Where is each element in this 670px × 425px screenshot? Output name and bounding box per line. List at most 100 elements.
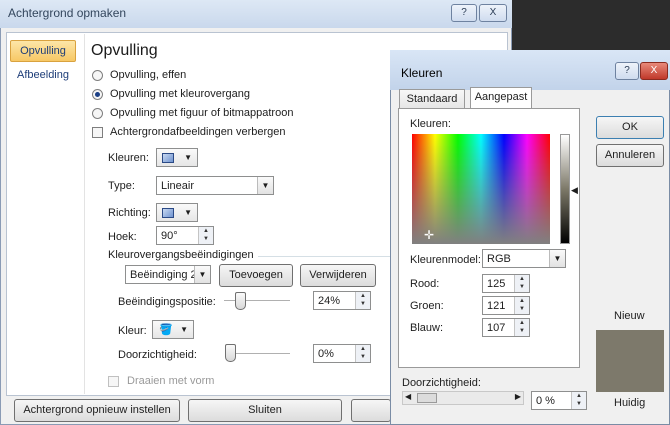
colors-transparency-value: 0 % xyxy=(536,395,555,407)
gradient-swatch-icon xyxy=(162,153,174,163)
radio-gradient-fill-label: Opvulling met kleurovergang xyxy=(110,88,251,100)
green-label: Groen: xyxy=(410,300,444,312)
stop-position-spinner[interactable]: 24% ▲ ▼ xyxy=(313,291,371,310)
spinner-buttons[interactable]: ▲ ▼ xyxy=(198,227,213,244)
add-stop-button[interactable]: Toevoegen xyxy=(219,264,293,287)
arrow-up-icon[interactable]: ▲ xyxy=(572,392,586,400)
arrow-down-icon[interactable]: ▼ xyxy=(572,400,586,408)
direction-button[interactable]: ▼ xyxy=(156,203,198,222)
type-label: Type: xyxy=(108,180,135,192)
spinner-buttons[interactable]: ▲ ▼ xyxy=(571,392,586,409)
remove-stop-button[interactable]: Verwijderen xyxy=(300,264,376,287)
luminance-pointer-icon[interactable]: ◀ xyxy=(571,185,578,196)
stop-position-value: 24% xyxy=(318,295,341,307)
radio-picture-fill-label: Opvulling met figuur of bitmappatroon xyxy=(110,107,294,119)
preset-colors-button[interactable]: ▼ xyxy=(156,148,198,167)
nav-item-afbeelding[interactable]: Afbeelding xyxy=(17,69,69,81)
rotate-with-shape-checkbox[interactable] xyxy=(108,376,119,387)
stop-position-thumb[interactable] xyxy=(234,292,246,310)
nav-divider xyxy=(84,34,85,394)
arrow-up-icon[interactable]: ▲ xyxy=(515,297,529,305)
color-model-value: RGB xyxy=(487,253,511,265)
red-spinner[interactable]: 125 ▲ ▼ xyxy=(482,274,530,293)
arrow-up-icon[interactable]: ▲ xyxy=(356,292,370,300)
colors-transparency-spinner[interactable]: 0 % ▲ ▼ xyxy=(531,391,587,410)
radio-solid-fill[interactable] xyxy=(92,70,103,81)
arrow-down-icon[interactable]: ▼ xyxy=(199,235,213,243)
close-button[interactable]: X xyxy=(640,62,668,80)
dialog-title: Achtergrond opmaken xyxy=(8,6,127,20)
colors-dialog-title: Kleuren xyxy=(401,66,443,80)
angle-value: 90° xyxy=(161,230,178,242)
colors-transparency-scrollbar[interactable]: ◀ ▶ xyxy=(402,391,524,405)
tab-aangepast[interactable]: Aangepast xyxy=(470,87,532,109)
cancel-button[interactable]: Annuleren xyxy=(596,144,664,167)
tab-standaard[interactable]: Standaard xyxy=(399,89,465,109)
arrow-down-icon[interactable]: ▼ xyxy=(515,283,529,291)
radio-picture-fill[interactable] xyxy=(92,108,103,119)
nav-item-opvulling[interactable]: Opvulling xyxy=(10,40,76,62)
arrow-down-icon[interactable]: ▼ xyxy=(515,327,529,335)
arrow-up-icon[interactable]: ▲ xyxy=(515,275,529,283)
hide-background-checkbox[interactable] xyxy=(92,127,103,138)
angle-label: Hoek: xyxy=(108,231,137,243)
apply-all-button[interactable] xyxy=(351,399,391,422)
reset-background-button[interactable]: Achtergrond opnieuw instellen xyxy=(14,399,180,422)
transparency-spinner[interactable]: 0% ▲ ▼ xyxy=(313,344,371,363)
gradient-stop-value: Beëindiging 2 xyxy=(130,269,197,281)
spinner-buttons[interactable]: ▲ ▼ xyxy=(514,319,529,336)
luminance-slider[interactable] xyxy=(560,134,570,244)
dialog-titlebar[interactable]: Achtergrond opmaken xyxy=(0,0,512,28)
stop-color-label: Kleur: xyxy=(118,325,147,337)
chevron-down-icon: ▼ xyxy=(194,266,210,283)
scroll-thumb[interactable] xyxy=(417,393,437,403)
direction-label: Richting: xyxy=(108,207,151,219)
arrow-up-icon[interactable]: ▲ xyxy=(515,319,529,327)
spinner-buttons[interactable]: ▲ ▼ xyxy=(355,345,370,362)
scroll-right-icon[interactable]: ▶ xyxy=(515,392,521,401)
color-model-label: Kleurenmodel: xyxy=(410,254,481,266)
chevron-down-icon: ▼ xyxy=(549,250,565,267)
transparency-label: Doorzichtigheid: xyxy=(118,349,197,361)
angle-spinner[interactable]: 90° ▲ ▼ xyxy=(156,226,214,245)
radio-gradient-fill[interactable] xyxy=(92,89,103,100)
chevron-down-icon: ▼ xyxy=(257,177,273,194)
red-label: Rood: xyxy=(410,278,440,290)
spinner-buttons[interactable]: ▲ ▼ xyxy=(514,275,529,292)
transparency-value: 0% xyxy=(318,348,334,360)
arrow-down-icon[interactable]: ▼ xyxy=(356,300,370,308)
stop-position-label: Beëindigingspositie: xyxy=(118,296,216,308)
close-button[interactable]: X xyxy=(479,4,507,22)
chevron-down-icon: ▼ xyxy=(184,153,192,162)
radio-solid-fill-label: Opvulling, effen xyxy=(110,69,187,81)
transparency-thumb[interactable] xyxy=(225,344,236,362)
arrow-up-icon[interactable]: ▲ xyxy=(356,345,370,353)
scroll-left-icon[interactable]: ◀ xyxy=(405,392,411,401)
color-preview xyxy=(596,330,664,392)
gradient-stops-header: Kleurovergangsbeëindigingen xyxy=(108,249,254,261)
crosshair-icon: ✛ xyxy=(424,228,435,242)
close-dialog-button[interactable]: Sluiten xyxy=(188,399,342,422)
blue-value: 107 xyxy=(487,322,506,334)
color-model-select[interactable]: RGB ▼ xyxy=(482,249,566,268)
stop-position-track[interactable] xyxy=(224,300,290,302)
rotate-with-shape-label: Draaien met vorm xyxy=(127,375,215,387)
arrow-down-icon[interactable]: ▼ xyxy=(356,353,370,361)
spinner-buttons[interactable]: ▲ ▼ xyxy=(355,292,370,309)
direction-swatch-icon xyxy=(162,208,174,218)
arrow-up-icon[interactable]: ▲ xyxy=(199,227,213,235)
arrow-down-icon[interactable]: ▼ xyxy=(515,305,529,313)
chevron-down-icon: ▼ xyxy=(180,325,188,334)
green-spinner[interactable]: 121 ▲ ▼ xyxy=(482,296,530,315)
blue-spinner[interactable]: 107 ▲ ▼ xyxy=(482,318,530,337)
current-color-label: Huidig xyxy=(614,397,646,409)
type-select[interactable]: Lineair ▼ xyxy=(156,176,274,195)
help-button[interactable]: ? xyxy=(615,62,639,80)
stop-color-button[interactable]: 🪣 ▼ xyxy=(152,320,194,339)
help-button[interactable]: ? xyxy=(451,4,477,22)
gradient-stop-select[interactable]: Beëindiging 2 ▼ xyxy=(125,265,211,284)
spinner-buttons[interactable]: ▲ ▼ xyxy=(514,297,529,314)
green-value: 121 xyxy=(487,300,506,312)
preset-colors-label: Kleuren: xyxy=(108,152,149,164)
ok-button[interactable]: OK xyxy=(596,116,664,139)
